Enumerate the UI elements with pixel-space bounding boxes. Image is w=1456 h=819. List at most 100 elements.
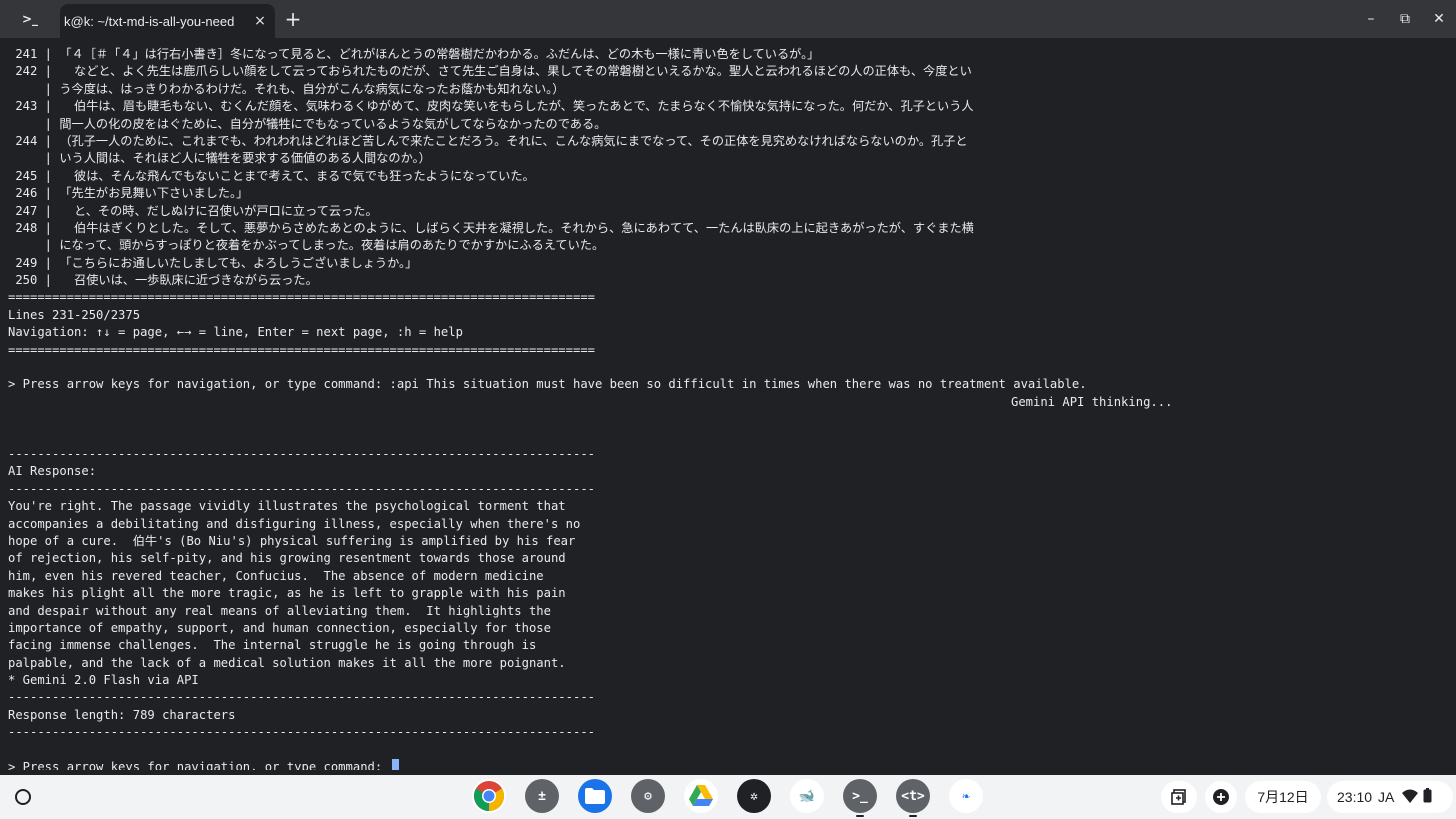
terminal-line-text: ========================================… bbox=[8, 290, 595, 305]
add-icon[interactable] bbox=[1205, 781, 1237, 813]
running-indicator bbox=[856, 815, 864, 817]
close-tab-icon[interactable]: × bbox=[251, 12, 269, 30]
terminal-line-text: | になって、頭からすっぽりと夜着をかぶってしまった。夜着は肩のあたりでかすかに… bbox=[8, 238, 605, 253]
terminal-line: palpable, and the lack of a medical solu… bbox=[8, 655, 1448, 672]
terminal-line: | 間一人の化の皮をはぐために、自分が犠牲にでもなっているような気がしてならなか… bbox=[8, 116, 1448, 133]
terminal-line-text: makes his plight all the more tragic, as… bbox=[8, 586, 566, 601]
command-prompt-line[interactable]: > Press arrow keys for navigation, or ty… bbox=[8, 759, 1448, 770]
terminal-line: Gemini API thinking... bbox=[8, 394, 1448, 411]
settings-app-icon[interactable]: ⚙ bbox=[631, 779, 665, 813]
terminal-line-text: Navigation: ↑↓ = page, ←→ = line, Enter … bbox=[8, 325, 463, 340]
terminal-line: and despair without any real means of al… bbox=[8, 603, 1448, 620]
window-controls: – ⧉ ✕ bbox=[1354, 0, 1456, 38]
terminal-line: You're right. The passage vividly illust… bbox=[8, 498, 1448, 515]
date-display[interactable]: 7月12日 bbox=[1245, 781, 1321, 813]
terminal-line: | いう人間は、それほど人に犠牲を要求する価値のある人間なのか。） bbox=[8, 150, 1448, 167]
app-glyph: <t> bbox=[901, 788, 925, 804]
wifi-icon bbox=[1402, 789, 1419, 806]
terminal-line-text: | 間一人の化の皮をはぐために、自分が犠牲にでもなっているような気がしてならなか… bbox=[8, 116, 607, 131]
terminal-line: makes his plight all the more tragic, as… bbox=[8, 585, 1448, 602]
terminal-line-text: > Press arrow keys for navigation, or ty… bbox=[8, 760, 390, 770]
minimize-icon[interactable]: – bbox=[1354, 2, 1388, 36]
terminal-line-text: | う今度は、はっきりわかるわけだ。それも、自分がこんな病気になったお蔭かも知れ… bbox=[8, 81, 565, 96]
terminal-line-text: palpable, and the lack of a medical solu… bbox=[8, 655, 566, 670]
terminal-line: ----------------------------------------… bbox=[8, 689, 1448, 706]
terminal-tab-icon[interactable]: >_ bbox=[0, 0, 60, 38]
terminal-line: AI Response: bbox=[8, 463, 1448, 480]
terminal-line: 245 | 彼は、そんな飛んでもないことまで考えて、まるで気でも狂ったようになっ… bbox=[8, 168, 1448, 185]
terminal-line-text: ========================================… bbox=[8, 342, 595, 357]
maximize-icon[interactable]: ⧉ bbox=[1388, 2, 1422, 36]
terminal-line-text: accompanies a debilitating and disfiguri… bbox=[8, 516, 581, 531]
terminal-line: hope of a cure. 伯牛's (Bo Niu's) physical… bbox=[8, 533, 1448, 550]
text-app-icon[interactable]: <t> bbox=[896, 779, 930, 817]
text-cursor bbox=[391, 759, 399, 770]
launcher-button[interactable] bbox=[9, 783, 37, 811]
title-bar: >_ k@k: ~/txt-md-is-all-you-need × + bbox=[0, 0, 1456, 38]
terminal-line: 241 | 「４［＃「４」は行右小書き］冬になって見ると、どれがほんとうの常磐樹… bbox=[8, 46, 1448, 63]
drive-app-icon[interactable] bbox=[684, 779, 718, 813]
deepseek-app-icon[interactable]: 🐋 bbox=[790, 779, 824, 813]
terminal-line: 242 | などと、よく先生は鹿爪らしい顔をして云っておられたものだが、さて先生… bbox=[8, 63, 1448, 80]
terminal-line-text: 243 | 伯牛は、眉も睫毛もない、むくんだ顔を、気味わるくゆがめて、皮肉な笑い… bbox=[8, 99, 974, 114]
app-glyph: ± bbox=[538, 788, 546, 804]
ime-indicator: JA bbox=[1378, 789, 1395, 805]
clock-time: 23:10 bbox=[1337, 789, 1373, 805]
terminal-line-text: ----------------------------------------… bbox=[8, 725, 595, 740]
terminal-line-text: | いう人間は、それほど人に犠牲を要求する価値のある人間なのか。） bbox=[8, 151, 431, 166]
terminal-line-text: 250 | 召使いは、一歩臥床に近づきながら云った。 bbox=[8, 273, 318, 288]
terminal-line-text: him, even his revered teacher, Confucius… bbox=[8, 568, 544, 583]
battery-icon bbox=[1423, 788, 1432, 806]
clipboard-icon[interactable] bbox=[1161, 781, 1197, 813]
terminal-line: 250 | 召使いは、一歩臥床に近づきながら云った。 bbox=[8, 272, 1448, 289]
feather-app-icon[interactable]: ❧ bbox=[949, 779, 983, 813]
terminal-line: 249 | 「こちらにお通しいたしましても、よろしうございましょうか。」 bbox=[8, 255, 1448, 272]
perplexity-app-icon[interactable]: ✲ bbox=[737, 779, 771, 813]
calculator-app-icon[interactable]: ± bbox=[525, 779, 559, 813]
terminal-line: | になって、頭からすっぽりと夜着をかぶってしまった。夜着は肩のあたりでかすかに… bbox=[8, 237, 1448, 254]
chrome-app-icon[interactable] bbox=[472, 779, 506, 813]
terminal-app-icon[interactable]: >_ bbox=[843, 779, 877, 817]
terminal-line: | う今度は、はっきりわかるわけだ。それも、自分がこんな病気になったお蔭かも知れ… bbox=[8, 81, 1448, 98]
shelf-apps: ± ⚙ ✲ 🐋 >_ <t> ❧ bbox=[472, 779, 983, 817]
terminal-line: > Press arrow keys for navigation, or ty… bbox=[8, 376, 1448, 393]
terminal-line-text: and despair without any real means of al… bbox=[8, 603, 551, 618]
new-tab-button[interactable]: + bbox=[275, 0, 311, 38]
app-glyph: ✲ bbox=[750, 788, 758, 804]
terminal-line: 247 | と、その時、だしぬけに召使いが戸口に立って云った。 bbox=[8, 203, 1448, 220]
status-area[interactable]: 23:10 JA bbox=[1327, 781, 1453, 813]
terminal-line-text: You're right. The passage vividly illust… bbox=[8, 499, 566, 514]
terminal-line-text: 246 | 「先生がお見舞い下さいました。」 bbox=[8, 186, 249, 201]
terminal-line-text: 244 | （孔子一人のために、これまでも、われわれはどれほど苦しんで来たことだ… bbox=[8, 133, 968, 148]
terminal-line-text: * Gemini 2.0 Flash via API bbox=[8, 673, 199, 688]
terminal-line-text: 249 | 「こちらにお通しいたしましても、よろしうございましょうか。」 bbox=[8, 255, 418, 270]
terminal-line-text: 245 | 彼は、そんな飛んでもないことまで考えて、まるで気でも狂ったようになっ… bbox=[8, 168, 535, 183]
terminal-line: * Gemini 2.0 Flash via API bbox=[8, 672, 1448, 689]
terminal-line: 243 | 伯牛は、眉も睫毛もない、むくんだ顔を、気味わるくゆがめて、皮肉な笑い… bbox=[8, 98, 1448, 115]
terminal-line-text: Response length: 789 characters bbox=[8, 707, 236, 722]
terminal-line: 248 | 伯牛はぎくりとした。そして、悪夢からさめたあとのように、しばらく天井… bbox=[8, 220, 1448, 237]
terminal-line: ----------------------------------------… bbox=[8, 481, 1448, 498]
terminal-line: Navigation: ↑↓ = page, ←→ = line, Enter … bbox=[8, 324, 1448, 341]
terminal-line: facing immense challenges. The internal … bbox=[8, 637, 1448, 654]
terminal-output[interactable]: 241 | 「４［＃「４」は行右小書き］冬になって見ると、どれがほんとうの常磐樹… bbox=[8, 46, 1448, 770]
terminal-line-text: ----------------------------------------… bbox=[8, 690, 595, 705]
close-window-icon[interactable]: ✕ bbox=[1422, 2, 1456, 36]
app-glyph: >_ bbox=[852, 788, 868, 804]
files-app-icon[interactable] bbox=[578, 779, 612, 813]
terminal-line: 246 | 「先生がお見舞い下さいました。」 bbox=[8, 185, 1448, 202]
terminal-line-text: hope of a cure. 伯牛's (Bo Niu's) physical… bbox=[8, 533, 576, 548]
terminal-line-text: ----------------------------------------… bbox=[8, 481, 595, 496]
terminal-line: him, even his revered teacher, Confucius… bbox=[8, 568, 1448, 585]
terminal-line-text: > Press arrow keys for navigation, or ty… bbox=[8, 377, 1087, 392]
terminal-line-text: importance of empathy, support, and huma… bbox=[8, 620, 551, 635]
terminal-tab[interactable]: k@k: ~/txt-md-is-all-you-need × bbox=[60, 4, 275, 38]
terminal-line: accompanies a debilitating and disfiguri… bbox=[8, 516, 1448, 533]
app-glyph: ❧ bbox=[962, 788, 970, 804]
terminal-line-text: AI Response: bbox=[8, 464, 97, 479]
terminal-line: 244 | （孔子一人のために、これまでも、われわれはどれほど苦しんで来たことだ… bbox=[8, 133, 1448, 150]
terminal-line-text: 242 | などと、よく先生は鹿爪らしい顔をして云っておられたものだが、さて先生… bbox=[8, 64, 972, 79]
tab-title: k@k: ~/txt-md-is-all-you-need bbox=[64, 13, 235, 29]
